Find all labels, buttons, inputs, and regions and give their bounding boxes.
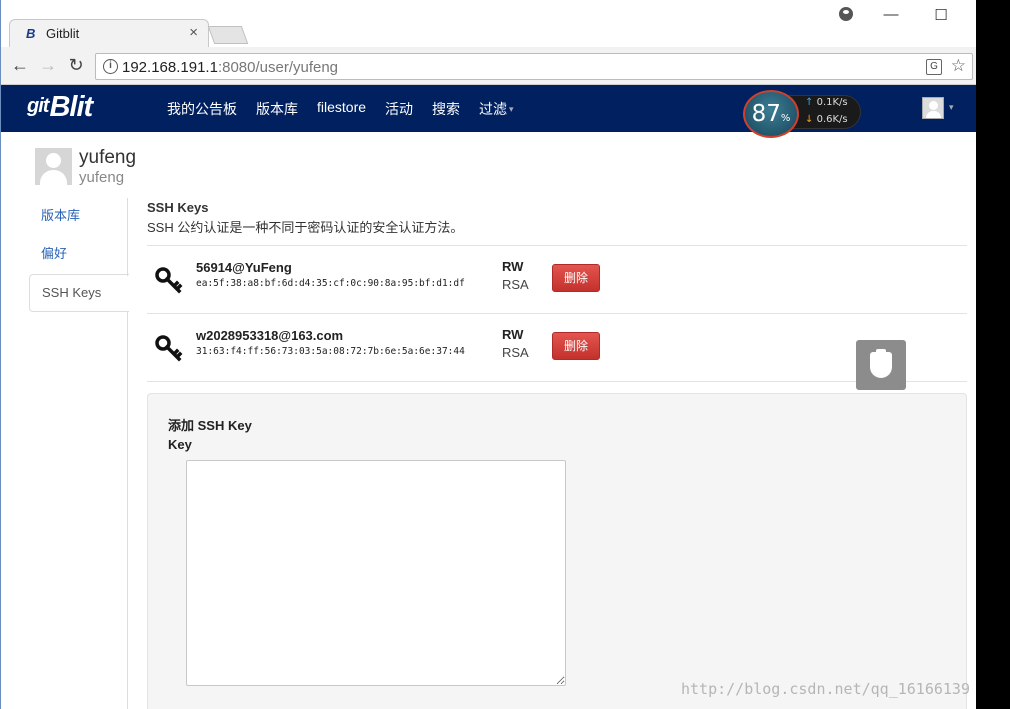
ssh-key-fingerprint: ea:5f:38:a8:bf:6d:d4:35:cf:0c:90:8a:95:b… (196, 278, 465, 289)
reload-icon[interactable]: ↻ (65, 55, 87, 75)
ssh-key-row: 56914@YuFeng ea:5f:38:a8:bf:6d:d4:35:cf:… (147, 246, 967, 313)
download-unit: K/s (832, 114, 848, 125)
nav-activity[interactable]: 活动 (385, 99, 413, 119)
delete-key-button[interactable]: 删除 (552, 264, 600, 292)
ssh-key-permission: RW (502, 327, 524, 342)
usage-percent: 87 (751, 101, 781, 127)
key-field-label: Key (168, 437, 192, 452)
logo-text: Blit (49, 91, 93, 123)
divider (147, 381, 967, 382)
watermark-text: http://blog.csdn.net/qq_16166139 (681, 680, 970, 698)
usage-percent-unit: % (780, 113, 791, 124)
upload-value: 0.1 (816, 97, 833, 108)
new-tab-button[interactable] (207, 26, 249, 44)
network-speed-widget[interactable]: 87% ↑ 0.1K/s ↓ 0.6K/s (743, 90, 861, 138)
nav-filter-label: 过滤 (479, 101, 508, 117)
ssh-key-type: RSA (502, 277, 529, 292)
translate-icon[interactable]: G (926, 59, 942, 75)
ssh-key-name: 56914@YuFeng (196, 260, 292, 275)
main-nav: 我的公告板 版本库 filestore 活动 搜索 过滤 ▾ (167, 99, 533, 119)
ssh-key-name: w2028953318@163.com (196, 328, 344, 343)
sidebar-item-ssh-keys[interactable]: SSH Keys (29, 274, 129, 312)
tag-icon (870, 349, 892, 378)
sidebar-item-preferences[interactable]: 偏好 (29, 236, 129, 274)
nav-search[interactable]: 搜索 (432, 99, 460, 119)
delete-key-button[interactable]: 删除 (552, 332, 600, 360)
sidebar-divider (127, 198, 128, 276)
key-icon (155, 267, 183, 294)
profile-sidebar: 版本库 偏好 SSH Keys (29, 198, 129, 312)
ssh-key-row: w2028953318@163.com 31:63:f4:ff:56:73:03… (147, 314, 967, 381)
upload-unit: K/s (832, 97, 848, 108)
chevron-down-icon: ▾ (509, 104, 514, 114)
key-textarea[interactable] (186, 460, 566, 686)
nav-dashboard[interactable]: 我的公告板 (167, 99, 237, 119)
nav-filter[interactable]: 过滤 ▾ (479, 99, 514, 119)
logo-prefix: git (27, 95, 49, 117)
tab-strip: B Gitblit × — ☐ (1, 0, 976, 47)
account-icon[interactable] (839, 7, 853, 21)
sidebar-item-repositories[interactable]: 版本库 (29, 198, 129, 236)
browser-tab[interactable]: B Gitblit × (9, 19, 209, 47)
ssh-keys-title: SSH Keys (147, 200, 209, 215)
address-bar[interactable]: i 192.168.191.1:8080/user/yufeng G ☆ (95, 53, 973, 80)
download-value: 0.6 (816, 114, 833, 125)
upload-speed: ↑ 0.1K/s (805, 97, 848, 108)
profile-username: yufeng (79, 169, 125, 186)
url-text[interactable]: 192.168.191.1:8080/user/yufeng (122, 59, 338, 76)
download-arrow-icon: ↓ (805, 114, 814, 125)
close-tab-icon[interactable]: × (189, 24, 198, 41)
sidebar-divider (127, 311, 128, 709)
floating-tag-button[interactable] (856, 340, 906, 390)
tab-title: Gitblit (46, 26, 80, 41)
browser-toolbar: ← → ↻ i 192.168.191.1:8080/user/yufeng G… (1, 47, 976, 85)
info-icon[interactable]: i (103, 59, 118, 74)
profile-avatar (35, 148, 72, 185)
add-ssh-key-title: 添加 SSH Key (168, 418, 252, 433)
key-icon (155, 335, 183, 362)
ssh-key-type: RSA (502, 345, 529, 360)
profile-display-name: yufeng (79, 147, 137, 168)
browser-window: B Gitblit × — ☐ ← → ↻ i 192.168.191.1:80… (0, 0, 976, 709)
gitblit-favicon-icon: B (26, 26, 36, 41)
maximize-icon[interactable]: ☐ (931, 6, 951, 24)
ssh-keys-description: SSH 公约认证是一种不同于密码认证的安全认证方法。 (147, 220, 464, 235)
add-ssh-key-form: 添加 SSH Key Key (147, 393, 967, 709)
ssh-key-permission: RW (502, 259, 524, 274)
gitblit-logo[interactable]: gitBlit (27, 91, 93, 124)
ssh-key-fingerprint: 31:63:f4:ff:56:73:03:5a:08:72:7b:6e:5a:6… (196, 346, 465, 357)
back-arrow-icon[interactable]: ← (9, 55, 31, 75)
usage-gauge: 87% (743, 90, 799, 138)
forward-arrow-icon[interactable]: → (37, 55, 59, 75)
user-menu-chevron-icon[interactable]: ▾ (949, 102, 954, 113)
upload-arrow-icon: ↑ (805, 97, 814, 108)
nav-repositories[interactable]: 版本库 (256, 99, 298, 119)
download-speed: ↓ 0.6K/s (805, 114, 848, 125)
url-host: 192.168.191.1 (122, 59, 218, 76)
minimize-icon[interactable]: — (881, 6, 901, 23)
url-path: :8080/user/yufeng (217, 59, 339, 76)
nav-filestore[interactable]: filestore (317, 99, 366, 119)
user-menu-avatar-icon[interactable] (922, 97, 944, 119)
bookmark-star-icon[interactable]: ☆ (951, 56, 966, 76)
